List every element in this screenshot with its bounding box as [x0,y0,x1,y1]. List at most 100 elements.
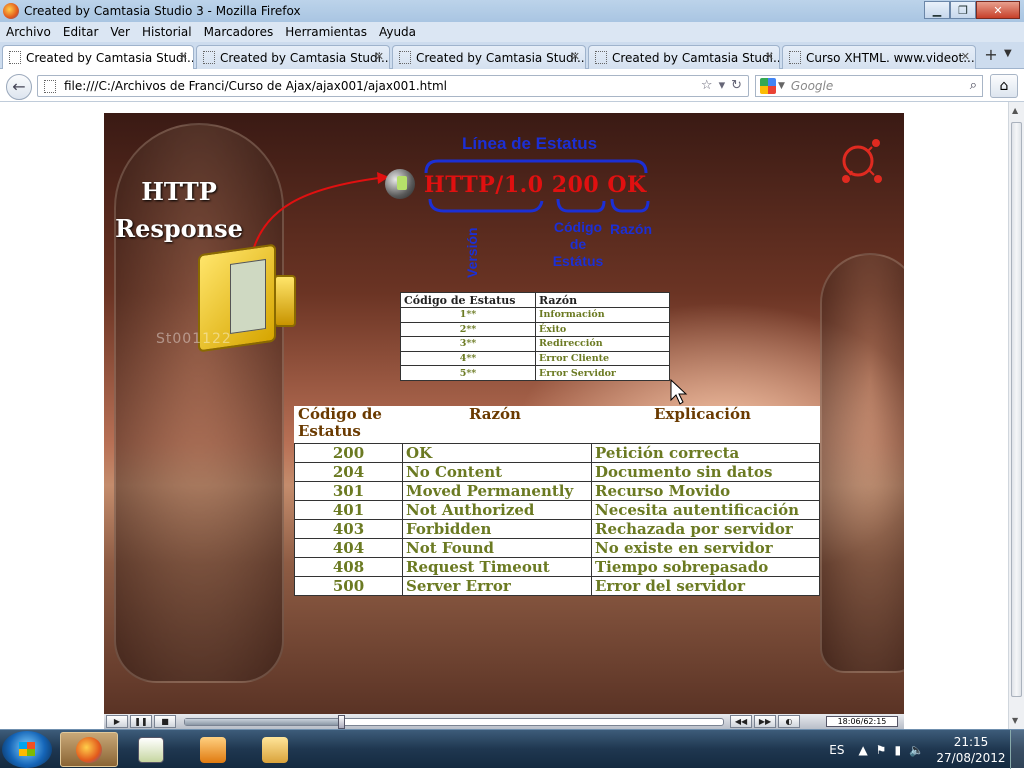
minimize-button[interactable]: ▁ [924,1,950,19]
video-player-controls: ▶ ❚❚ ■ ◀◀ ▶▶ ◐ 18:06/62:15 [104,714,904,729]
close-button[interactable]: ✕ [976,1,1020,19]
firefox-icon [3,3,19,19]
reload-icon[interactable]: ↻ [731,78,742,93]
tab-close-icon[interactable]: ✕ [179,50,188,63]
page-icon [44,79,56,93]
table-row: 1** Información [400,307,670,323]
table-cell: 404 [294,538,403,558]
table-cell: 301 [294,481,403,501]
tube-stamp: St001122 [156,331,232,347]
pause-button[interactable]: ❚❚ [130,715,152,728]
tab-4[interactable]: Created by Camtasia Studi... ✕ [588,45,780,69]
reason-label: Razón [610,221,652,237]
page-icon [203,51,215,64]
globe-icon [385,169,415,199]
slide-title-line2: Response [115,214,243,243]
menu-marcadores[interactable]: Marcadores [198,25,280,39]
scroll-up-icon[interactable]: ▲ [1012,106,1018,115]
media-player-icon [200,736,226,763]
seek-bar[interactable] [184,714,724,729]
scroll-down-icon[interactable]: ▼ [1012,716,1018,725]
tab-close-icon[interactable]: ✕ [961,50,970,63]
url-bar-icons: ☆ ▾ ↻ [701,78,742,93]
fast-forward-button[interactable]: ▶▶ [754,715,776,728]
tab-1[interactable]: Created by Camtasia Studi... ✕ [2,45,194,69]
menu-herramientas[interactable]: Herramientas [279,25,373,39]
network-icon[interactable]: ▮ [894,743,901,757]
menu-ayuda[interactable]: Ayuda [373,25,422,39]
menu-bar: Archivo Editar Ver Historial Marcadores … [0,22,1024,42]
taskbar-explorer[interactable] [246,732,304,767]
navigation-bar: ← file:///C:/Archivos de Franci/Curso de… [0,69,1024,102]
start-button[interactable] [2,731,52,768]
magnifier-icon[interactable]: ⌕ [970,78,977,93]
tab-close-icon[interactable]: ✕ [765,50,774,63]
tab-3[interactable]: Created by Camtasia Studi... ✕ [392,45,586,69]
maximize-button[interactable]: ❐ [950,1,976,19]
search-engine-dropdown-icon[interactable]: ▼ [778,81,785,91]
table-cell: 500 [294,576,403,596]
vertical-scrollbar[interactable]: ▲ ▼ [1008,102,1024,729]
table-cell: Server Error [402,576,592,596]
show-desktop-button[interactable] [1010,730,1024,769]
tab-5[interactable]: Curso XHTML. www.videot... ✕ [782,45,976,69]
tab-close-icon[interactable]: ✕ [375,50,384,63]
scrollbar-thumb[interactable] [1011,122,1022,697]
taskbar-media-player[interactable] [184,732,242,767]
language-indicator[interactable]: ES [829,743,844,757]
menu-archivo[interactable]: Archivo [0,25,57,39]
page-icon [9,51,21,64]
taskbar-firefox[interactable] [60,732,118,767]
volume-icon[interactable]: 🔈 [909,743,924,757]
volume-button[interactable]: ◐ [778,715,800,728]
new-tab-button[interactable]: + [981,46,1001,66]
tab-label: Curso XHTML. www.videot... [806,50,975,65]
table-cell: Forbidden [402,519,592,539]
window-title-bar[interactable]: Created by Camtasia Studio 3 - Mozilla F… [0,0,1024,22]
table-cell: Documento sin datos [591,462,820,482]
rewind-button[interactable]: ◀◀ [730,715,752,728]
menu-editar[interactable]: Editar [57,25,105,39]
windows-taskbar: ES ▲ ⚑ ▮ 🔈 21:15 27/08/2012 [0,729,1024,769]
home-button[interactable]: ⌂ [990,74,1018,98]
page-icon [399,51,411,64]
tab-label: Created by Camtasia Studi... [26,50,194,65]
video-slide[interactable]: HTTP Response St001122 Línea de Estatus … [104,113,904,714]
status-line-heading: Línea de Estatus [462,134,598,153]
table-cell: 4** [400,350,536,367]
seek-handle[interactable] [338,714,346,729]
table-cell: Error Servidor [535,365,670,381]
table-cell: Necesita autentificación [591,500,820,520]
tab-2[interactable]: Created by Camtasia Studi... ✕ [196,45,390,69]
slide-title: HTTP Response [114,173,244,247]
bookmark-star-icon[interactable]: ☆ [701,78,713,93]
taskbar-camtasia-recorder[interactable] [122,732,180,767]
menu-ver[interactable]: Ver [104,25,136,39]
stop-button[interactable]: ■ [154,715,176,728]
table-row: 404 Not Found No existe en servidor [294,538,820,558]
table-row: 403 Forbidden Rechazada por servidor [294,519,820,539]
window-title: Created by Camtasia Studio 3 - Mozilla F… [24,4,301,18]
table-row: 408 Request Timeout Tiempo sobrepasado [294,557,820,577]
tab-list-chevron-icon[interactable]: ▼ [1004,48,1012,59]
status-codes-table: Código de Estatus Razón Explicación 200 O… [294,406,820,596]
url-bar[interactable]: file:///C:/Archivos de Franci/Curso de A… [37,75,749,97]
table-cell: 403 [294,519,403,539]
menu-historial[interactable]: Historial [136,25,198,39]
version-label: Versión [464,227,480,278]
big-table-header-code: Código de Estatus [298,405,382,440]
play-button[interactable]: ▶ [106,715,128,728]
google-icon[interactable] [760,78,776,94]
tray-expand-icon[interactable]: ▲ [858,743,867,757]
search-box[interactable]: ▼ Google ⌕ [755,75,983,97]
history-dropdown-icon[interactable]: ▾ [719,78,726,93]
clock[interactable]: 21:15 27/08/2012 [932,734,1010,766]
table-cell: Moved Permanently [402,481,592,501]
action-center-icon[interactable]: ⚑ [876,743,887,757]
table-row: 301 Moved Permanently Recurso Movido [294,481,820,501]
big-table-header: Código de Estatus Razón Explicación [294,406,820,443]
tab-close-icon[interactable]: ✕ [571,50,580,63]
table-row: 3** Redirección [400,336,670,352]
back-button[interactable]: ← [6,74,32,100]
big-table-body: 200 OK Petición correcta 204 No Content Docu… [294,443,820,596]
